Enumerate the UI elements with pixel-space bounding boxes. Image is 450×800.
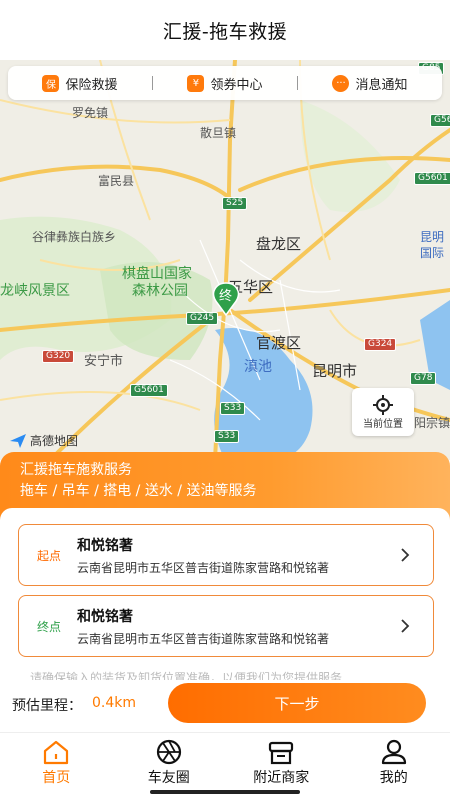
road-shield-s33a: S33 <box>220 402 246 415</box>
action-bar: 预估里程： 0.4km 下一步 <box>0 680 450 732</box>
tab-profile[interactable]: 我的 <box>338 733 450 800</box>
shortcut-insurance-label: 保险救援 <box>65 77 118 93</box>
shortcut-messages-label: 消息通知 <box>355 77 408 93</box>
shortcut-insurance[interactable]: 保 保险救援 <box>8 74 152 93</box>
banner-subtitle: 拖车 / 吊车 / 搭电 / 送水 / 送油等服务 <box>20 483 257 499</box>
start-name: 和悦铭著 <box>77 538 133 554</box>
chevron-right-icon <box>401 619 410 633</box>
shield-icon: 保 <box>42 74 60 92</box>
tab-profile-label: 我的 <box>379 770 408 786</box>
coupon-icon: ¥ <box>187 74 205 92</box>
map-label-sandan: 散旦镇 <box>200 126 237 140</box>
map-label-airport2: 国际 <box>420 246 445 260</box>
next-step-button[interactable]: 下一步 <box>168 683 426 723</box>
map-label-forest: 森林公园 <box>132 283 188 299</box>
map-label-dianchi: 滇池 <box>244 359 272 375</box>
map-label-luoyan: 罗免镇 <box>72 106 109 120</box>
tab-nearby-label: 附近商家 <box>253 770 310 786</box>
road-shield-g78: G78 <box>410 372 437 385</box>
tab-home[interactable]: 首页 <box>0 733 113 800</box>
locate-button[interactable]: 当前位置 <box>352 388 414 436</box>
user-icon <box>381 739 406 765</box>
map-label-guandu: 官渡区 <box>256 334 302 352</box>
banner-title: 汇援拖车施救服务 <box>20 462 132 478</box>
start-address: 云南省昆明市五华区普吉街道陈家营路和悦铭著 <box>77 561 330 575</box>
locate-icon <box>373 394 393 415</box>
road-shield-g5601b: G5601 <box>130 384 168 397</box>
end-location-pin[interactable]: 终 <box>212 282 240 316</box>
end-location-card[interactable]: 终点 和悦铭著 云南省昆明市五华区普吉街道陈家营路和悦铭著 <box>18 595 434 657</box>
store-icon <box>269 741 294 765</box>
estimate-label: 预估里程： <box>12 698 82 714</box>
tab-community-label: 车友圈 <box>147 770 190 786</box>
map-label-kunming: 昆明市 <box>312 362 358 380</box>
road-shield-g320: G320 <box>42 350 75 363</box>
road-shield-g5601a: G5601 <box>414 172 450 185</box>
route-sheet: 起点 和悦铭著 云南省昆明市五华区普吉街道陈家营路和悦铭著 终点 和悦铭著 云南… <box>0 508 450 688</box>
road-shield-s33b: S33 <box>214 430 240 443</box>
home-icon <box>44 740 69 765</box>
app-root: 汇援-拖车救援 罗免镇 散旦镇 富民县 谷律彝族白族乡 盘龙区 棋盘山国家 森林… <box>0 0 450 800</box>
aperture-icon <box>156 739 181 765</box>
map-label-fumin: 富民县 <box>98 174 135 188</box>
estimate-value: 0.4km <box>92 695 137 711</box>
map-label-guyi: 谷律彝族白族乡 <box>32 230 117 244</box>
end-tag: 终点 <box>37 620 62 634</box>
start-tag: 起点 <box>37 549 62 563</box>
shortcut-coupons[interactable]: ¥ 领券中心 <box>153 74 297 93</box>
map-label-zongzhen: 阳宗镇 <box>414 416 450 430</box>
map-attribution: 高德地图 <box>10 432 78 449</box>
map-label-panlong: 盘龙区 <box>256 235 302 253</box>
end-name: 和悦铭著 <box>77 609 133 625</box>
end-address: 云南省昆明市五华区普吉街道陈家营路和悦铭著 <box>77 632 330 646</box>
message-icon: ··· <box>332 74 350 92</box>
road-shield-s25: S25 <box>222 197 248 210</box>
shortcut-coupons-label: 领券中心 <box>210 77 263 93</box>
road-shield-g324: G324 <box>364 338 397 351</box>
locate-label: 当前位置 <box>363 418 403 430</box>
road-shield-g56: G56 <box>430 114 450 127</box>
amap-logo-icon <box>10 433 26 448</box>
start-location-card[interactable]: 起点 和悦铭著 云南省昆明市五华区普吉街道陈家营路和悦铭著 <box>18 524 434 586</box>
map-label-airport1: 昆明 <box>420 230 445 244</box>
tab-home-label: 首页 <box>42 770 71 786</box>
attribution-label: 高德地图 <box>30 434 79 448</box>
shortcut-messages[interactable]: ··· 消息通知 <box>298 74 442 93</box>
chevron-right-icon <box>401 548 410 562</box>
page-title: 汇援-拖车救援 <box>162 20 288 43</box>
shortcut-bar: 保 保险救援 ¥ 领券中心 ··· 消息通知 <box>8 66 442 100</box>
pin-label: 终 <box>219 289 233 304</box>
map-label-anning: 安宁市 <box>84 354 124 369</box>
map-label-longxia: 龙峡风景区 <box>0 283 70 299</box>
header: 汇援-拖车救援 <box>0 0 450 60</box>
home-indicator <box>150 790 300 794</box>
